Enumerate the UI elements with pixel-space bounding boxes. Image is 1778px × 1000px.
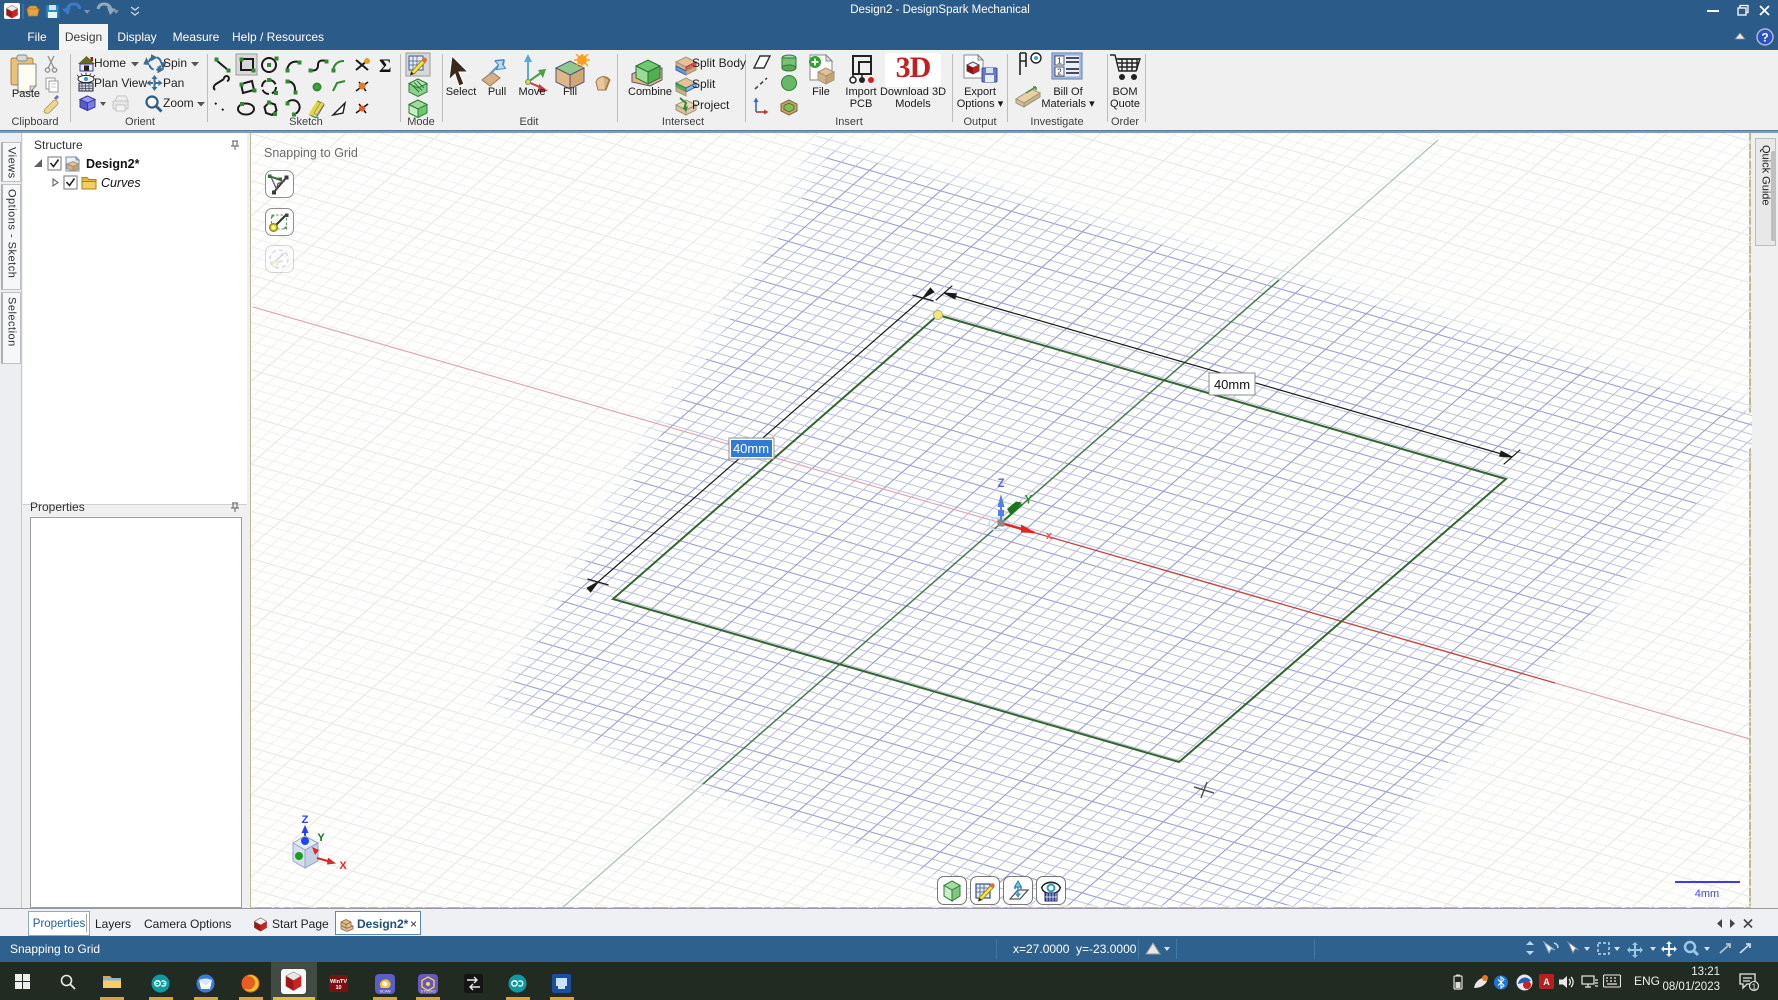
- svg-text:1: 1: [1057, 57, 1062, 66]
- svg-text:Σ: Σ: [379, 56, 391, 77]
- svg-text:X: X: [339, 860, 347, 872]
- svg-text:1: 1: [1752, 983, 1757, 992]
- svg-text:A: A: [1543, 977, 1550, 987]
- svg-text:Y: Y: [1025, 495, 1033, 507]
- svg-text:SCAN: SCAN: [379, 989, 390, 994]
- svg-text:40mm: 40mm: [733, 441, 769, 456]
- svg-text:STUDIO: STUDIO: [420, 989, 435, 994]
- svg-text:Design2*: Design2*: [86, 157, 140, 171]
- svg-text:Z: Z: [302, 814, 309, 826]
- svg-text:2: 2: [1057, 68, 1062, 77]
- svg-text:Curves: Curves: [101, 176, 141, 190]
- svg-text:?: ?: [1761, 31, 1768, 45]
- svg-text:40mm: 40mm: [1214, 377, 1250, 392]
- svg-text:Z: Z: [997, 478, 1004, 490]
- svg-text:10: 10: [335, 985, 341, 991]
- svg-text:4mm: 4mm: [1695, 888, 1719, 900]
- svg-text:Y: Y: [317, 832, 325, 844]
- svg-text:x: x: [1046, 530, 1053, 542]
